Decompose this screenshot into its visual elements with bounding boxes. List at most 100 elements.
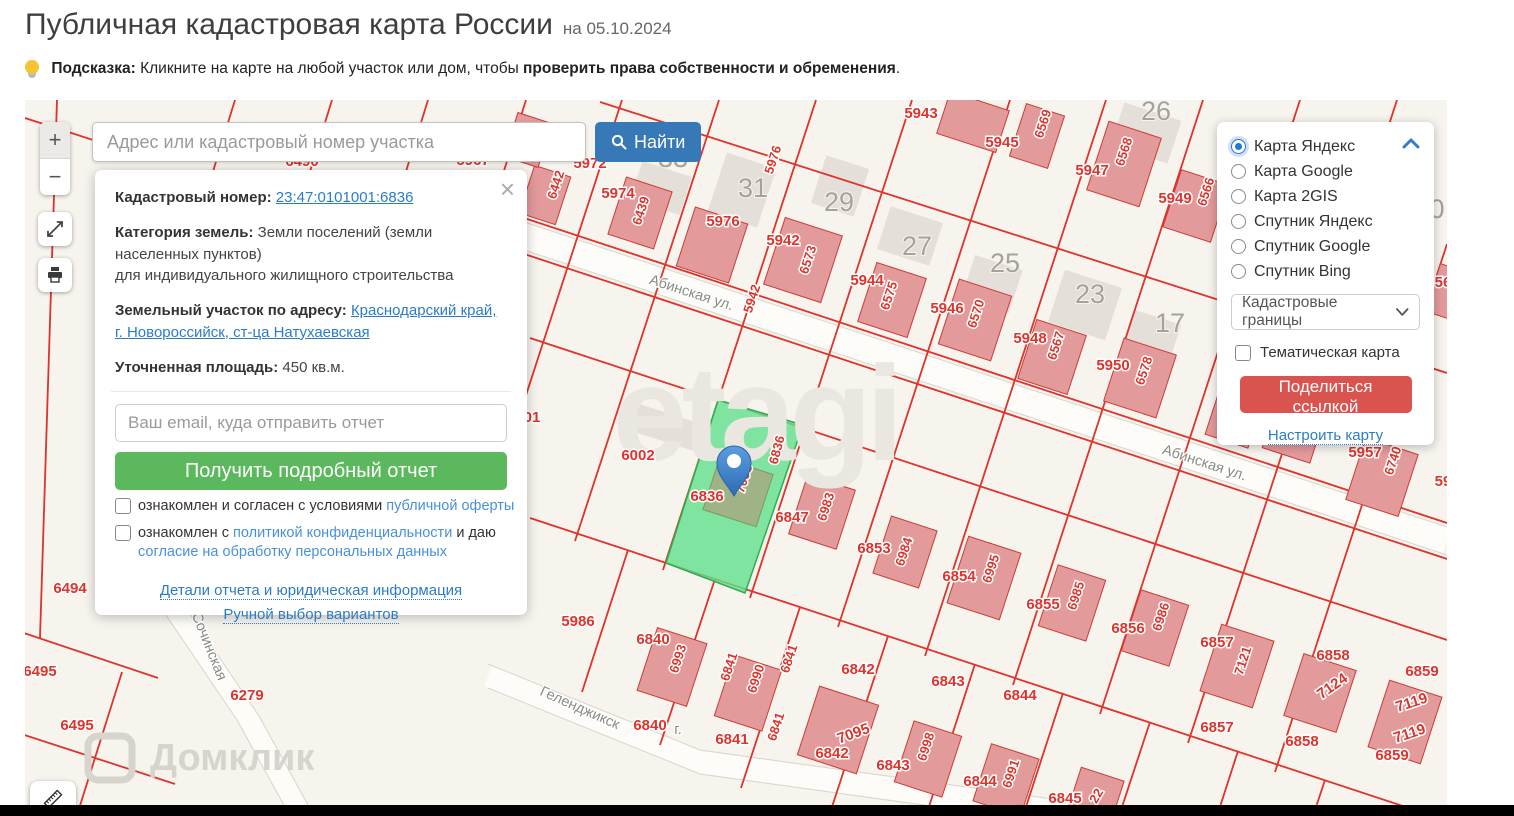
block-label: 17 xyxy=(1155,308,1185,338)
radio-icon[interactable] xyxy=(1231,239,1246,254)
offer-checkbox[interactable] xyxy=(115,498,131,515)
popup-bottom-links: Детали отчета и юридическая информация Р… xyxy=(115,579,507,627)
parcel-label: 5974 xyxy=(601,185,635,202)
parcel-label: 59 xyxy=(1435,473,1447,490)
close-icon[interactable]: × xyxy=(500,176,515,202)
bottom-bar xyxy=(0,805,1514,816)
parcel-label: 5986 xyxy=(561,613,594,630)
basemap-options: Карта Яндекс Карта Google Карта 2GIS Спутни… xyxy=(1231,134,1420,284)
radio-icon[interactable] xyxy=(1231,189,1246,204)
printer-icon xyxy=(48,267,62,283)
land-category-row: Категория земель: Земли поселений (земли… xyxy=(115,223,454,285)
parcel-label: 6495 xyxy=(25,663,57,680)
layers-panel: Карта Яндекс Карта Google Карта 2GIS Спутни… xyxy=(1217,122,1434,445)
parcel-label: 6841 xyxy=(715,731,748,748)
layer-option-3[interactable]: Спутник Яндекс xyxy=(1231,209,1420,234)
radio-icon[interactable] xyxy=(1231,264,1246,279)
hint-label: Подсказка: xyxy=(51,60,136,77)
search-icon xyxy=(611,134,627,150)
search-bar xyxy=(92,122,586,162)
offer-checkbox-row: ознакомлен и согласен с условиями публич… xyxy=(115,497,514,517)
get-report-button[interactable]: Получить подробный отчет xyxy=(115,452,507,491)
layer-option-0[interactable]: Карта Яндекс xyxy=(1231,134,1420,159)
privacy-checkbox-row: ознакомлен с политикой конфиденциальност… xyxy=(115,524,507,563)
parcel-label: 6843 xyxy=(931,673,964,690)
parcel-label: 5976 xyxy=(706,213,739,230)
parcel-label: 5944 xyxy=(850,272,884,289)
email-field[interactable] xyxy=(115,404,507,443)
block-label: 25 xyxy=(990,248,1020,278)
collapse-panel-button[interactable] xyxy=(1402,136,1420,154)
parcel-label: 6495 xyxy=(60,717,93,734)
parcel-label: 6859 xyxy=(1375,747,1408,764)
parcel-label: 6854 xyxy=(942,568,976,585)
parcel-label: 6840 xyxy=(633,717,666,734)
configure-map-link[interactable]: Настроить карту xyxy=(1267,427,1384,445)
parcel-label: 6844 xyxy=(963,773,997,790)
fullscreen-button[interactable] xyxy=(38,212,72,246)
parcel-label: 6847 xyxy=(775,509,808,526)
parcel-label: 6002 xyxy=(621,447,654,464)
hint-line: Подсказка: Кликните на карте на любой уч… xyxy=(25,60,900,78)
title-date: на 05.10.2024 xyxy=(562,19,672,38)
address-row: Земельный участок по адресу: Краснодарск… xyxy=(115,302,497,341)
layer-option-5[interactable]: Спутник Bing xyxy=(1231,259,1420,284)
privacy-checkbox[interactable] xyxy=(115,524,131,541)
personal-data-link[interactable]: согласие на обработку персональных данны… xyxy=(138,544,447,560)
expand-icon xyxy=(47,221,63,237)
block-label: 27 xyxy=(902,231,932,261)
parcel-info-popup: × Кадастровый номер: 23:47:0101001:6836 … xyxy=(95,170,527,624)
offer-link[interactable]: публичной оферты xyxy=(386,498,514,514)
zoom-controls: + − xyxy=(40,122,70,195)
map-pin-dot xyxy=(727,454,741,468)
search-button[interactable]: Найти xyxy=(595,122,702,162)
zoom-in-button[interactable]: + xyxy=(40,122,70,159)
parcel-label: 6857 xyxy=(1200,634,1233,651)
thematic-checkbox[interactable] xyxy=(1235,345,1251,361)
print-button[interactable] xyxy=(38,258,72,292)
layer-option-4[interactable]: Спутник Google xyxy=(1231,234,1420,259)
radio-icon[interactable] xyxy=(1231,214,1246,229)
parcel-label: 6855 xyxy=(1026,596,1059,613)
parcel-label: 5943 xyxy=(904,105,937,122)
radio-icon[interactable] xyxy=(1231,164,1246,179)
search-input[interactable] xyxy=(93,123,585,161)
thematic-row: Тематическая карта xyxy=(1235,344,1420,361)
parcel-label: 6836 xyxy=(690,488,723,505)
parcel-label: 6858 xyxy=(1316,647,1349,664)
parcel-label: 6856 xyxy=(1111,620,1144,637)
parcel-label: 6843 xyxy=(876,757,909,774)
radio-icon[interactable] xyxy=(1231,139,1246,154)
parcel-label: 6859 xyxy=(1405,663,1438,680)
parcel-label: 6279 xyxy=(230,687,263,704)
manual-select-link[interactable]: Ручной выбор вариантов xyxy=(223,605,399,624)
zoom-out-button[interactable]: − xyxy=(40,159,70,195)
cadastral-number-row: Кадастровый номер: 23:47:0101001:6836 xyxy=(115,189,414,206)
parcel-label: 6842 xyxy=(841,661,874,678)
share-link-button[interactable]: Поделиться ссылкой xyxy=(1239,376,1412,416)
parcel-label: 6842 xyxy=(815,745,848,762)
bulb-icon xyxy=(25,60,39,74)
layer-option-1[interactable]: Карта Google xyxy=(1231,159,1420,184)
watermark-etagi: etagi xyxy=(612,338,897,489)
parcel-label: 5950 xyxy=(1096,357,1129,374)
cadastral-number-link[interactable]: 23:47:0101001:6836 xyxy=(276,189,414,206)
parcel-label: 6857 xyxy=(1200,719,1233,736)
area-row: Уточненная площадь: 450 кв.м. xyxy=(115,358,345,376)
parcel-label: 56 xyxy=(1435,274,1447,291)
parcel-label: 5949 xyxy=(1158,190,1191,207)
layer-select[interactable]: Кадастровые границы xyxy=(1231,294,1420,330)
layer-option-2[interactable]: Карта 2GIS xyxy=(1231,184,1420,209)
chevron-down-icon xyxy=(1396,308,1409,316)
watermark-domclick: Домклик xyxy=(150,737,315,779)
report-details-link[interactable]: Детали отчета и юридическая информация xyxy=(159,581,463,600)
privacy-link[interactable]: политикой конфиденциальности xyxy=(233,525,452,541)
parcel-label: 6858 xyxy=(1285,733,1318,750)
parcel-label: 5947 xyxy=(1075,162,1108,179)
street-label: г. xyxy=(674,722,682,738)
title-text: Публичная кадастровая карта России xyxy=(25,8,553,41)
chevron-up-icon xyxy=(1402,138,1420,149)
parcel-label: 6494 xyxy=(53,580,87,597)
parcel-label: 6853 xyxy=(857,540,890,557)
parcel-label: 5948 xyxy=(1013,330,1046,347)
